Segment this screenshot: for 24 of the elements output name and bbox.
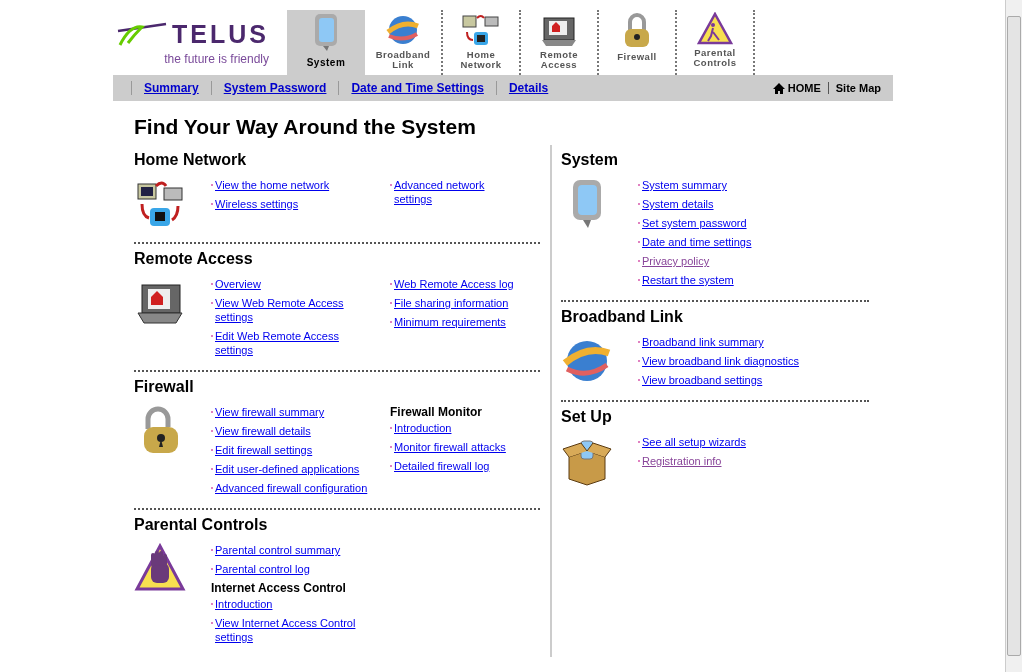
sub-nav-link[interactable]: System Password	[210, 81, 339, 95]
subsection-heading: Firewall Monitor	[390, 405, 482, 419]
computers-icon	[461, 12, 501, 48]
section-heading: Home Network	[134, 151, 248, 169]
scrollbar[interactable]	[1005, 0, 1022, 672]
warning-sign-icon	[697, 12, 733, 46]
section-heading: Firewall	[134, 378, 195, 396]
section-heading: Broadband Link	[561, 308, 684, 326]
section-heading: Parental Controls	[134, 516, 269, 534]
sub-nav-link[interactable]: Details	[495, 81, 561, 95]
section-heading: System	[561, 151, 619, 169]
sub-nav-link[interactable]: Date and Time Settings	[338, 81, 496, 95]
brand-name: TELUS	[172, 19, 269, 49]
home-icon	[772, 82, 785, 94]
nav-tab[interactable]: System	[287, 10, 365, 75]
site-map-link[interactable]: Site Map	[828, 82, 881, 94]
brand-tagline: the future is friendly	[164, 51, 269, 66]
section-heading: Set Up	[561, 408, 613, 426]
page-title: Find Your Way Around the System	[134, 115, 477, 139]
home-link[interactable]: HOME	[772, 82, 829, 94]
subsection-heading: Internet Access Control	[211, 581, 346, 595]
section-heading: Remote Access	[134, 250, 254, 268]
sub-nav-link[interactable]: Summary	[131, 81, 211, 95]
logo-swoosh-icon	[116, 21, 169, 47]
